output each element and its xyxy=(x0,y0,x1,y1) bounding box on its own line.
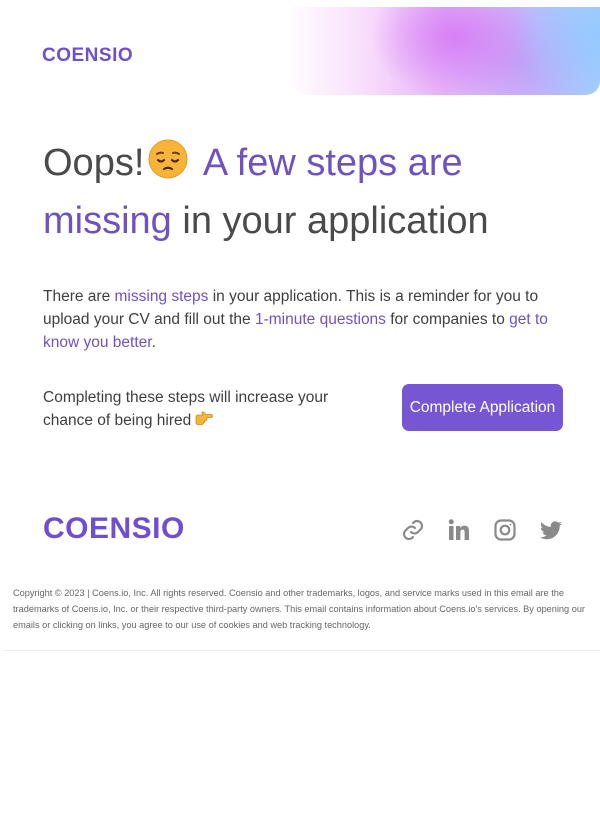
questions-link[interactable]: 1-minute questions xyxy=(255,311,386,328)
headline: Oops! A few steps are missing in your ap… xyxy=(43,134,563,250)
missing-steps-link[interactable]: missing steps xyxy=(115,288,209,305)
paragraph-text: There are xyxy=(43,288,115,305)
paragraph-text: for companies to xyxy=(385,311,510,328)
cta-text: Completing these steps will increase you… xyxy=(43,386,373,432)
link-icon[interactable] xyxy=(401,518,425,542)
pensive-face-icon xyxy=(148,138,188,179)
headline-oops: Oops! xyxy=(43,142,145,184)
email-body: COENSIO Oops! A few steps are missing in… xyxy=(0,0,600,819)
linkedin-icon[interactable] xyxy=(447,518,471,542)
pointing-right-icon xyxy=(195,411,214,427)
header-gradient-decoration xyxy=(285,7,600,95)
footer-logo[interactable]: COENSIO xyxy=(43,512,185,546)
reminder-paragraph: There are missing steps in your applicat… xyxy=(43,285,563,354)
copyright-text: Copyright © 2023 | Coens.io, Inc. All ri… xyxy=(13,588,585,630)
twitter-icon[interactable] xyxy=(539,518,563,542)
paragraph-text: . xyxy=(151,334,156,351)
complete-application-button[interactable]: Complete Application xyxy=(402,384,563,431)
social-links xyxy=(401,518,563,542)
cta-message: Completing these steps will increase you… xyxy=(43,389,329,429)
header-logo[interactable]: COENSIO xyxy=(42,45,133,67)
email-card: COENSIO Oops! A few steps are missing in… xyxy=(3,7,600,651)
headline-rest: in your application xyxy=(182,200,489,242)
instagram-icon[interactable] xyxy=(493,518,517,542)
